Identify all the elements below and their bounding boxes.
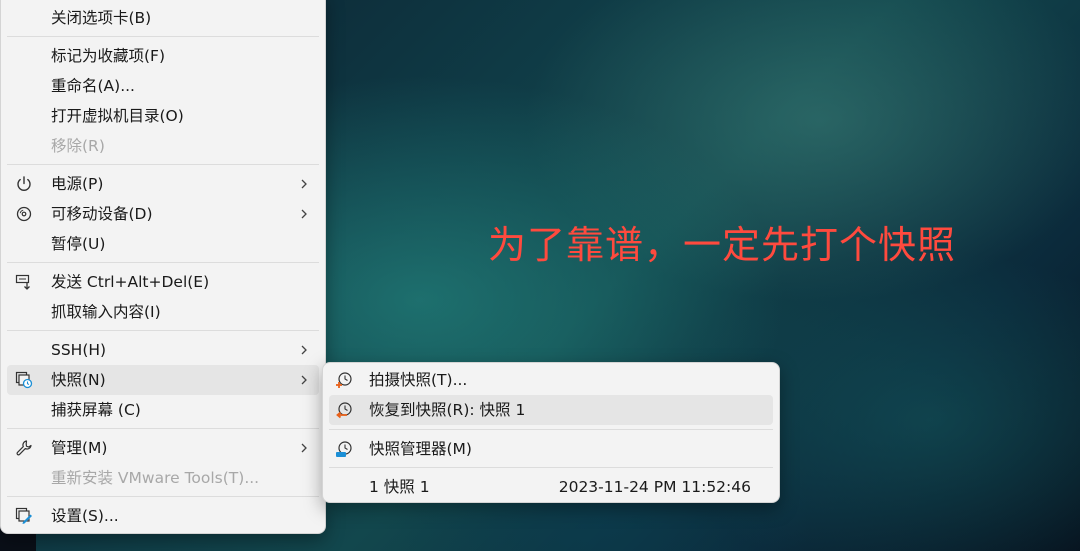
menu-item-send-cad[interactable]: 发送 Ctrl+Alt+Del(E) bbox=[7, 267, 319, 297]
menu-item-label: 重新安装 VMware Tools(T)... bbox=[51, 469, 260, 487]
power-icon bbox=[17, 176, 31, 191]
menu-item-manage[interactable]: 管理(M) bbox=[7, 433, 319, 463]
clock-manager-icon bbox=[336, 441, 352, 457]
vm-context-menu: 关闭选项卡(B) 标记为收藏项(F) 重命名(A)... 打开虚拟机目录(O) … bbox=[0, 0, 326, 534]
menu-item-label: SSH(H) bbox=[51, 341, 107, 359]
menu-separator bbox=[7, 428, 319, 429]
menu-item-label: 设置(S)... bbox=[51, 507, 119, 525]
menu-item-open-vm-dir[interactable]: 打开虚拟机目录(O) bbox=[7, 101, 319, 131]
menu-separator bbox=[7, 164, 319, 165]
menu-item-label: 拍摄快照(T)... bbox=[369, 371, 468, 389]
menu-item-label: 重命名(A)... bbox=[51, 77, 135, 95]
menu-item-label: 恢复到快照(R): 快照 1 bbox=[369, 401, 526, 419]
menu-item-removable-devices[interactable]: 可移动设备(D) bbox=[7, 199, 319, 229]
annotation-text: 为了靠谱，一定先打个快照 bbox=[488, 223, 957, 267]
menu-item-take-snapshot[interactable]: 拍摄快照(T)... bbox=[329, 365, 773, 395]
snapshot-entry-label: 1 快照 1 bbox=[369, 478, 430, 496]
menu-item-label: 关闭选项卡(B) bbox=[51, 9, 152, 27]
menu-separator bbox=[7, 262, 319, 263]
menu-item-label: 打开虚拟机目录(O) bbox=[51, 107, 184, 125]
chevron-right-icon bbox=[301, 179, 307, 189]
menu-separator bbox=[329, 467, 773, 468]
chevron-right-icon bbox=[301, 345, 307, 355]
menu-item-remove: 移除(R) bbox=[7, 131, 319, 161]
menu-item-settings[interactable]: 设置(S)... bbox=[7, 501, 319, 531]
snapshot-icon bbox=[15, 371, 33, 389]
menu-separator bbox=[7, 496, 319, 497]
menu-item-label: 快照管理器(M) bbox=[369, 440, 472, 458]
disc-icon bbox=[16, 206, 32, 222]
menu-item-label: 管理(M) bbox=[51, 439, 108, 457]
chevron-right-icon bbox=[301, 443, 307, 453]
menu-item-close-tab[interactable]: 关闭选项卡(B) bbox=[7, 3, 319, 33]
menu-item-snapshot-manager[interactable]: 快照管理器(M) bbox=[329, 434, 773, 464]
menu-item-label: 电源(P) bbox=[51, 175, 104, 193]
chevron-right-icon bbox=[301, 209, 307, 219]
menu-item-label: 抓取输入内容(I) bbox=[51, 303, 161, 321]
menu-item-label: 暂停(U) bbox=[51, 235, 106, 253]
menu-item-label: 捕获屏幕 (C) bbox=[51, 401, 141, 419]
menu-item-label: 快照(N) bbox=[51, 371, 106, 389]
menu-separator bbox=[329, 429, 773, 430]
snapshot-submenu: 拍摄快照(T)... 恢复到快照(R): 快照 1 快照管理器(M) 1 快照 … bbox=[322, 362, 780, 503]
menu-item-label: 移除(R) bbox=[51, 137, 105, 155]
menu-item-label: 可移动设备(D) bbox=[51, 205, 153, 223]
wrench-icon bbox=[16, 440, 32, 456]
settings-icon bbox=[15, 507, 32, 524]
menu-item-reinstall-tools: 重新安装 VMware Tools(T)... bbox=[7, 463, 319, 493]
snapshot-entry-date: 2023-11-24 PM 11:52:46 bbox=[558, 478, 751, 496]
menu-item-snapshot[interactable]: 快照(N) bbox=[7, 365, 319, 395]
menu-item-ssh[interactable]: SSH(H) bbox=[7, 335, 319, 365]
clock-revert-icon bbox=[336, 402, 352, 419]
menu-separator bbox=[7, 36, 319, 37]
chevron-right-icon bbox=[301, 375, 307, 385]
menu-item-mark-favorite[interactable]: 标记为收藏项(F) bbox=[7, 41, 319, 71]
menu-item-revert-snapshot[interactable]: 恢复到快照(R): 快照 1 bbox=[329, 395, 773, 425]
menu-separator bbox=[7, 330, 319, 331]
menu-item-power[interactable]: 电源(P) bbox=[7, 169, 319, 199]
menu-item-pause[interactable]: 暂停(U) bbox=[7, 229, 319, 259]
clock-plus-icon bbox=[336, 372, 352, 388]
menu-item-capture-screen[interactable]: 捕获屏幕 (C) bbox=[7, 395, 319, 425]
menu-item-snapshot-entry[interactable]: 1 快照 1 2023-11-24 PM 11:52:46 bbox=[329, 472, 773, 502]
menu-item-label: 标记为收藏项(F) bbox=[51, 47, 166, 65]
menu-item-rename[interactable]: 重命名(A)... bbox=[7, 71, 319, 101]
menu-item-grab-input[interactable]: 抓取输入内容(I) bbox=[7, 297, 319, 327]
keyboard-send-icon bbox=[15, 274, 30, 290]
menu-item-label: 发送 Ctrl+Alt+Del(E) bbox=[51, 273, 210, 291]
